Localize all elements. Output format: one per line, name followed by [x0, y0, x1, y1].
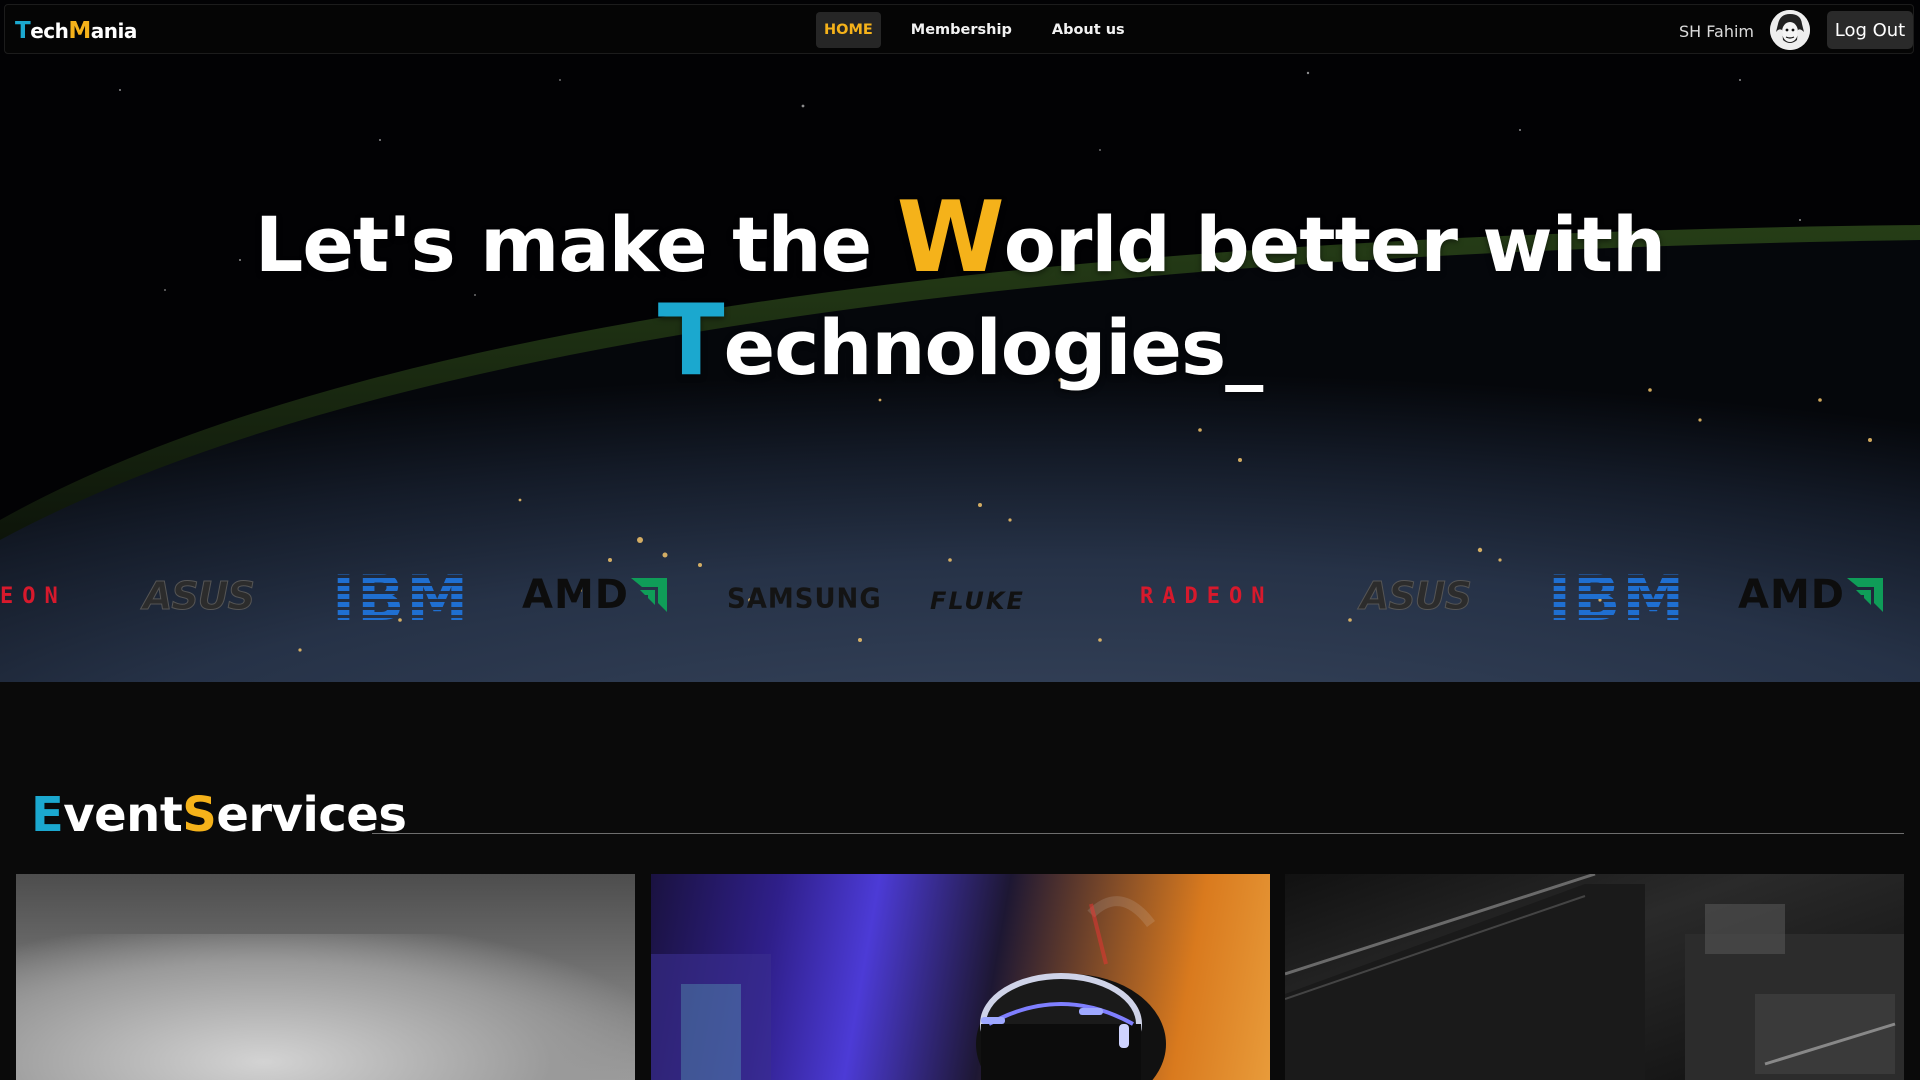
- hero-accent-letter-w: W: [896, 181, 1005, 295]
- hero-line1-prefix: Let's make the: [254, 200, 897, 289]
- brand-logo[interactable]: TechMania: [15, 18, 137, 44]
- amd-logo: AMD: [522, 572, 667, 618]
- heading-text-ervices: ervices: [216, 787, 407, 843]
- hardware-image: [1285, 874, 1904, 1080]
- section-divider: [372, 833, 1904, 834]
- nav-home-link[interactable]: HOME: [816, 12, 881, 48]
- nav-about-link[interactable]: About us: [1042, 12, 1135, 48]
- hero-headline: Let's make the World better with Technol…: [0, 189, 1920, 398]
- amd-arrow-icon: [630, 578, 667, 612]
- samsung-logo: SAMSUNG: [727, 583, 882, 615]
- event-card-1-image: [16, 934, 635, 1080]
- fluke-logo: FLUKE: [930, 587, 1025, 615]
- brand-letter-m: M: [68, 18, 91, 44]
- radeon-logo-partial: EON: [0, 584, 67, 609]
- heading-letter-e: E: [31, 787, 64, 843]
- event-services-heading: EventServices: [31, 787, 407, 843]
- brand-text-ech: ech: [30, 19, 69, 43]
- user-name: SH Fahim: [1679, 22, 1754, 41]
- hero-accent-letter-t: T: [657, 284, 725, 398]
- hero-line2-text: echnologies: [723, 303, 1227, 392]
- hero-line1-suffix: orld better with: [1003, 200, 1666, 289]
- asus-logo: ASUS: [142, 574, 255, 619]
- hero-banner: Let's make the World better with Technol…: [0, 0, 1920, 682]
- event-card-1[interactable]: [16, 874, 635, 1080]
- asus-logo-repeat: ASUS: [1359, 574, 1472, 619]
- nav-menu: HOME Membership About us: [816, 12, 1155, 48]
- amd-logo-text-repeat: AMD: [1738, 572, 1845, 618]
- brand-logo-carousel: EON ASUS IBM AMD SAMSUNG FLUKE RADEON AS…: [0, 562, 1920, 635]
- amd-arrow-icon: [1846, 578, 1883, 612]
- nav-membership-link[interactable]: Membership: [901, 12, 1022, 48]
- event-card-3[interactable]: [1285, 874, 1904, 1080]
- typing-cursor: _: [1225, 303, 1263, 392]
- user-avatar[interactable]: [1770, 10, 1810, 50]
- heading-letter-s: S: [182, 787, 217, 843]
- avatar-face-icon: [1770, 10, 1810, 50]
- radeon-logo: RADEON: [1140, 584, 1274, 609]
- event-card-2[interactable]: [651, 874, 1270, 1080]
- ibm-logo-repeat: IBM: [1548, 562, 1687, 635]
- amd-logo-text: AMD: [522, 572, 629, 618]
- heading-text-vent: vent: [63, 787, 183, 843]
- ibm-logo: IBM: [332, 562, 471, 635]
- amd-logo-repeat: AMD: [1738, 572, 1883, 618]
- brand-text-ania: ania: [90, 19, 138, 43]
- vr-headset-image: [651, 896, 1166, 1080]
- logout-button[interactable]: Log Out: [1827, 11, 1913, 49]
- brand-letter-t: T: [15, 18, 31, 44]
- top-navbar: TechMania HOME Membership About us SH Fa…: [4, 4, 1914, 54]
